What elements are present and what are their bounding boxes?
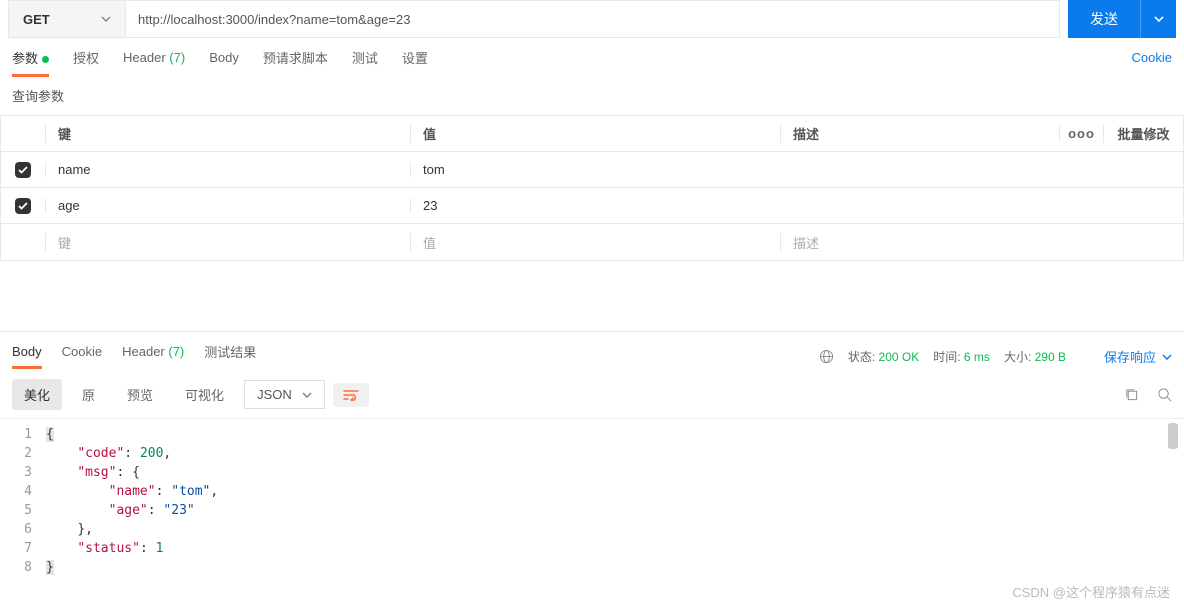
send-button[interactable]: 发送 — [1068, 0, 1140, 38]
table-row-empty: 键 值 描述 — [1, 224, 1183, 260]
wrap-lines-button[interactable] — [333, 383, 369, 407]
chevron-down-icon — [101, 16, 111, 22]
bulk-edit-button[interactable]: 批量修改 — [1103, 124, 1183, 143]
row-checkbox[interactable] — [15, 162, 31, 178]
response-body[interactable]: 12345678 { "code": 200, "msg": { "name":… — [0, 419, 1184, 583]
column-value: 值 — [410, 124, 780, 143]
row-checkbox[interactable] — [15, 198, 31, 214]
response-status: 状态: 200 OK 时间: 6 ms 大小: 290 B — [819, 348, 1066, 365]
tab-authorization[interactable]: 授权 — [73, 48, 99, 77]
params-table: 键 值 描述 ooo 批量修改 name tom age 23 键 值 描述 — [0, 115, 1184, 261]
line-gutter: 12345678 — [0, 425, 46, 577]
view-pretty-button[interactable]: 美化 — [12, 379, 62, 410]
tab-headers[interactable]: Header (7) — [123, 50, 185, 75]
param-value-cell[interactable]: tom — [410, 162, 780, 177]
param-value-placeholder[interactable]: 值 — [410, 233, 780, 252]
view-raw-button[interactable]: 原 — [70, 379, 107, 410]
chevron-down-icon — [1154, 16, 1164, 22]
chevron-down-icon — [1162, 354, 1172, 360]
query-params-title: 查询参数 — [0, 78, 1184, 115]
globe-icon[interactable] — [819, 349, 834, 364]
wrap-icon — [343, 389, 359, 401]
save-response-button[interactable]: 保存响应 — [1104, 347, 1172, 366]
active-dot-icon — [42, 56, 49, 63]
param-key-cell[interactable]: name — [45, 162, 410, 177]
params-header-row: 键 值 描述 ooo 批量修改 — [1, 116, 1183, 152]
more-options-button[interactable]: ooo — [1059, 126, 1103, 141]
response-tab-headers[interactable]: Header (7) — [122, 344, 184, 369]
code-content: { "code": 200, "msg": { "name": "tom", "… — [46, 425, 1184, 577]
tab-prerequest[interactable]: 预请求脚本 — [263, 48, 328, 77]
method-value: GET — [23, 12, 50, 27]
send-dropdown-button[interactable] — [1140, 0, 1176, 38]
response-tab-cookie[interactable]: Cookie — [62, 344, 102, 369]
view-preview-button[interactable]: 预览 — [115, 379, 165, 410]
format-select[interactable]: JSON — [244, 380, 325, 409]
tab-params[interactable]: 参数 — [12, 48, 49, 77]
method-select[interactable]: GET — [8, 0, 126, 38]
tab-body[interactable]: Body — [209, 50, 239, 75]
response-tab-body[interactable]: Body — [12, 344, 42, 369]
cookies-link[interactable]: Cookie — [1132, 50, 1172, 75]
chevron-down-icon — [302, 392, 312, 398]
search-icon[interactable] — [1157, 387, 1172, 402]
param-value-cell[interactable]: 23 — [410, 198, 780, 213]
tab-tests[interactable]: 测试 — [352, 48, 378, 77]
column-key: 键 — [45, 124, 410, 143]
table-row: age 23 — [1, 188, 1183, 224]
check-icon — [18, 166, 28, 174]
scrollbar[interactable] — [1168, 423, 1178, 449]
response-tab-tests[interactable]: 测试结果 — [204, 342, 256, 371]
url-input[interactable] — [126, 0, 1060, 38]
param-desc-placeholder[interactable]: 描述 — [780, 233, 1183, 252]
param-key-placeholder[interactable]: 键 — [45, 233, 410, 252]
tab-settings[interactable]: 设置 — [402, 48, 428, 77]
column-description: 描述 — [780, 124, 1059, 143]
view-visualize-button[interactable]: 可视化 — [173, 379, 236, 410]
watermark: CSDN @这个程序猿有点迷 — [1012, 582, 1170, 601]
check-icon — [18, 202, 28, 210]
copy-icon[interactable] — [1124, 387, 1139, 402]
table-row: name tom — [1, 152, 1183, 188]
param-key-cell[interactable]: age — [45, 198, 410, 213]
